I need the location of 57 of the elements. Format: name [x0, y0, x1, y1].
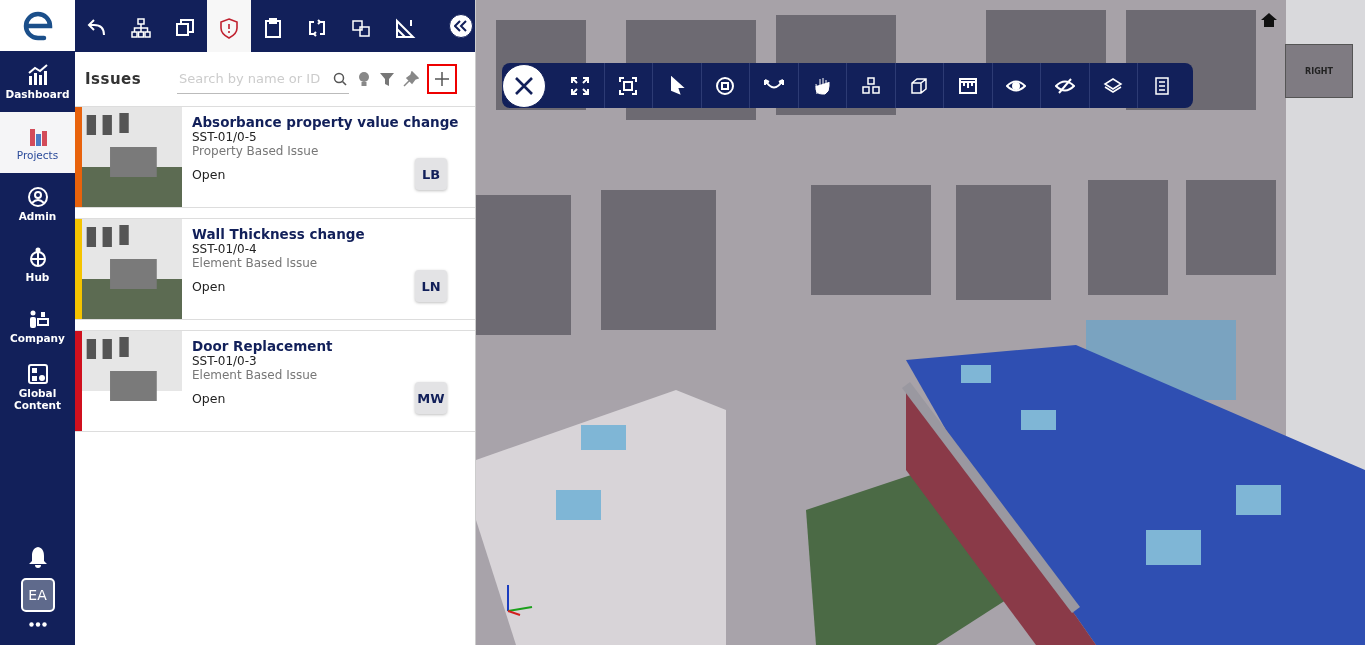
nav-icon — [26, 63, 49, 86]
more-icon[interactable] — [28, 622, 47, 627]
issue-card[interactable]: Door Replacement SST-01/0-3 Element Based Issue Open MW — [75, 330, 475, 432]
close-icon — [514, 75, 534, 96]
nav-item[interactable]: Dashboard — [0, 51, 75, 112]
lightbulb-icon[interactable] — [357, 71, 371, 87]
tool-icon — [812, 75, 833, 96]
double-chevron-left-icon — [454, 20, 468, 32]
tab-icon — [218, 16, 240, 39]
nav-icon — [26, 362, 49, 385]
issue-status: Open — [192, 278, 226, 294]
issue-card[interactable]: Absorbance property value change SST-01/0-5 Property Based Issue Open LB — [75, 106, 475, 208]
tool-icon — [1103, 75, 1124, 96]
issue-title: Absorbance property value change — [192, 114, 460, 130]
assignee-badge: LN — [415, 270, 447, 302]
issue-id: SST-01/0-4 — [192, 242, 258, 256]
tool-icon — [715, 75, 736, 96]
tool-icon — [957, 75, 978, 96]
plus-icon — [434, 71, 450, 87]
panel-title: Issues — [85, 70, 142, 88]
issue-card[interactable]: Wall Thickness change SST-01/0-4 Element Based Issue Open LN — [75, 218, 475, 320]
home-icon[interactable] — [1261, 13, 1277, 27]
tool-icon — [569, 75, 590, 96]
pin-icon[interactable] — [403, 71, 419, 87]
nav-item[interactable]: Projects — [0, 112, 75, 173]
nav-icon — [26, 185, 49, 208]
tab-icon — [262, 16, 284, 39]
issue-type: Property Based Issue — [192, 144, 320, 158]
issue-type: Element Based Issue — [192, 256, 319, 270]
tab-icon — [306, 16, 328, 39]
issue-title: Door Replacement — [192, 338, 334, 354]
nav-item[interactable]: Admin — [0, 173, 75, 234]
issue-type: Element Based Issue — [192, 368, 319, 382]
tool-icon — [909, 75, 930, 96]
nav-item[interactable]: Global Content — [0, 356, 75, 417]
assignee-badge: MW — [415, 382, 447, 414]
search-icon — [333, 71, 347, 86]
nav-item[interactable]: Company — [0, 295, 75, 356]
issue-id: SST-01/0-5 — [192, 130, 258, 144]
issue-status: Open — [192, 390, 226, 406]
tab-icon — [130, 16, 152, 39]
nav-item[interactable]: Hub — [0, 234, 75, 295]
issue-status: Open — [192, 166, 226, 182]
close-button[interactable] — [502, 63, 546, 108]
view-cube[interactable]: RIGHT — [1285, 44, 1353, 98]
filter-icon[interactable] — [379, 71, 395, 87]
assignee-badge: LB — [415, 158, 447, 190]
tab-icon — [174, 16, 196, 39]
add-issue-button[interactable] — [427, 64, 457, 94]
issue-id: SST-01/0-3 — [192, 354, 258, 368]
view-cube-label: RIGHT — [1305, 66, 1333, 76]
tab-icon — [394, 16, 416, 39]
tool-icon — [618, 75, 639, 96]
tool-icon — [860, 75, 881, 96]
notification-bell-icon[interactable] — [27, 546, 48, 568]
user-avatar[interactable]: EA — [20, 578, 55, 612]
issue-title: Wall Thickness change — [192, 226, 366, 242]
